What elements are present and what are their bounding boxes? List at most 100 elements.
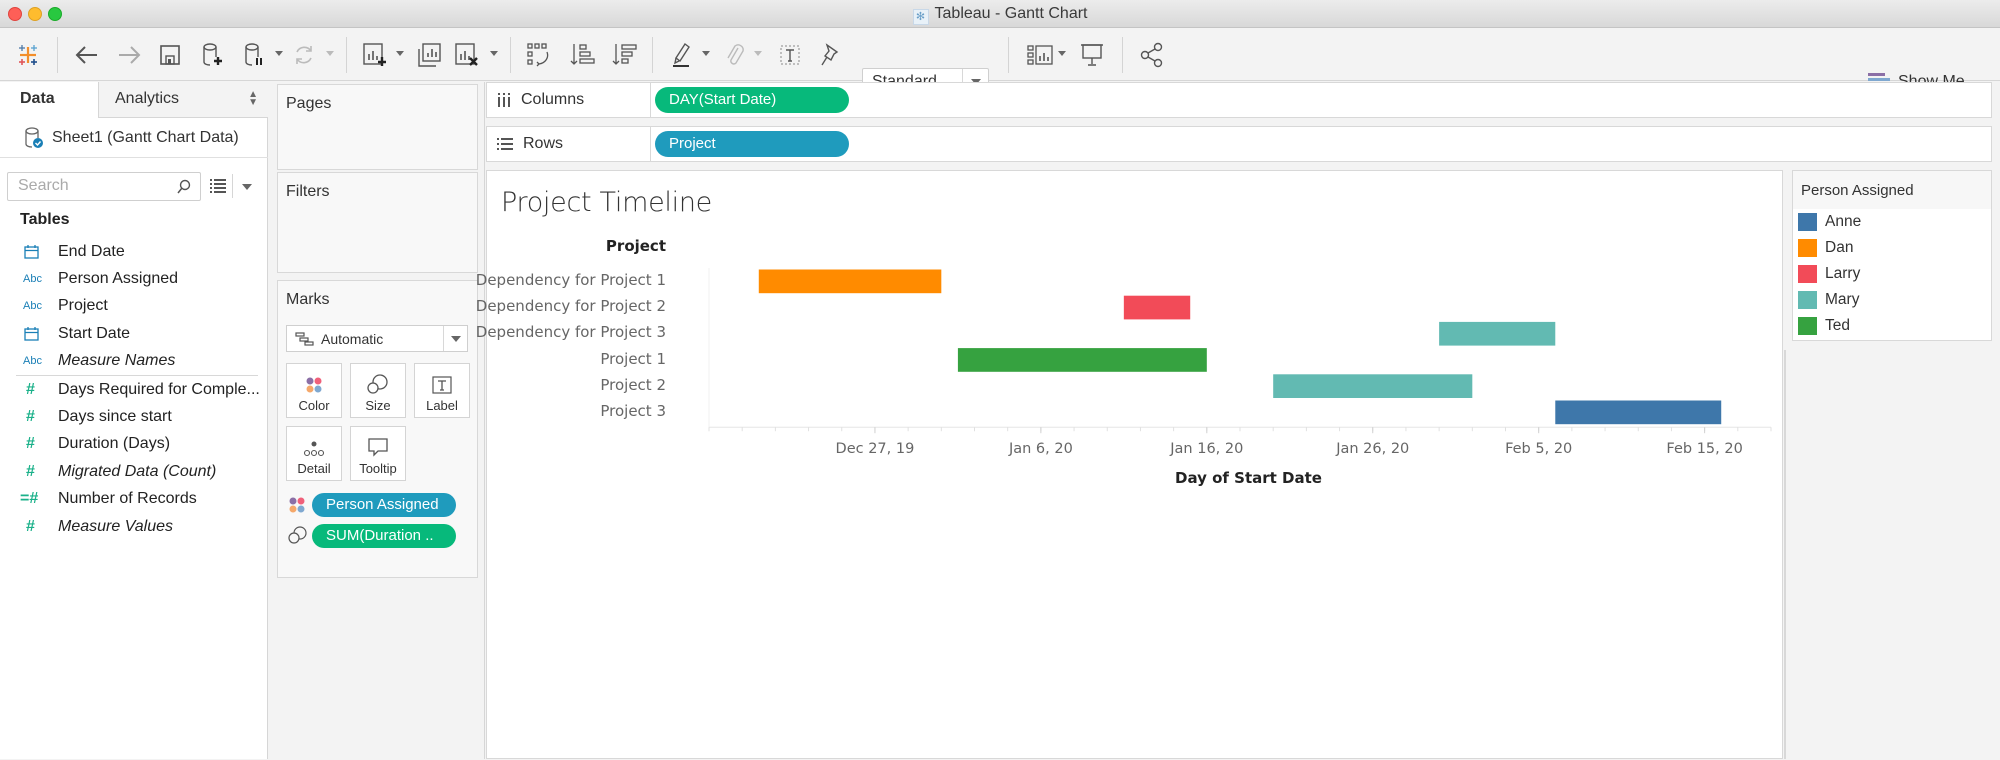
clear-sheet-dropdown[interactable]: [490, 51, 498, 56]
color-pill-person-assigned[interactable]: Person Assigned: [312, 493, 456, 517]
legend-item-mary[interactable]: Mary: [1793, 287, 1991, 313]
new-data-source-icon[interactable]: [198, 39, 226, 71]
x-tick-label: Dec 27, 19: [836, 441, 915, 457]
string-abc-icon: Abc: [23, 273, 42, 286]
field-measure-names[interactable]: Abc Measure Names: [0, 348, 268, 375]
legend-title: Person Assigned: [1793, 171, 1991, 209]
show-mark-labels-icon[interactable]: [776, 39, 804, 71]
pin-fix-axes-icon[interactable]: [816, 39, 844, 71]
field-project[interactable]: Abc Project: [0, 293, 268, 320]
color-icon: [306, 377, 322, 393]
tab-data[interactable]: Data: [0, 82, 98, 118]
field-end-date[interactable]: End Date: [0, 238, 268, 265]
highlight-dropdown[interactable]: [702, 51, 710, 56]
presentation-mode-icon[interactable]: [1078, 39, 1106, 71]
cards-column: Pages Filters Marks Automatic Color Size…: [269, 82, 485, 759]
show-cards-dropdown[interactable]: [1058, 51, 1066, 56]
label-icon: [432, 376, 452, 394]
tab-analytics-label: Analytics: [115, 90, 180, 107]
gantt-bar-dependency-for-project-1[interactable]: [758, 269, 942, 294]
legend-label: Dan: [1825, 239, 1854, 256]
pause-updates-dropdown[interactable]: [275, 51, 283, 56]
marks-tooltip-button[interactable]: Tooltip: [350, 426, 406, 481]
legend-item-ted[interactable]: Ted: [1793, 313, 1991, 339]
rows-pill-project[interactable]: Project: [655, 131, 849, 157]
list-view-icon[interactable]: [210, 179, 226, 193]
columns-shelf[interactable]: Columns DAY(Start Date): [486, 82, 1992, 118]
share-icon[interactable]: [1138, 39, 1166, 71]
clear-sheet-icon[interactable]: [452, 39, 482, 71]
marks-label-button[interactable]: Label: [414, 363, 470, 418]
datasource-item[interactable]: Sheet1 (Gantt Chart Data): [0, 118, 268, 158]
gantt-bar-project-2[interactable]: [1273, 374, 1473, 398]
legend-label: Anne: [1825, 213, 1862, 230]
refresh-dropdown[interactable]: [326, 51, 334, 56]
rows-icon: [497, 138, 513, 150]
field-person-assigned[interactable]: Abc Person Assigned: [0, 265, 268, 292]
marks-size-button[interactable]: Size: [350, 363, 406, 418]
gantt-bar-dependency-for-project-3[interactable]: [1439, 321, 1556, 346]
legend-item-dan[interactable]: Dan: [1793, 235, 1991, 261]
marks-card: Marks Automatic Color Size Label Detail …: [277, 280, 478, 578]
sort-ascending-icon[interactable]: [568, 39, 598, 71]
data-pane-tabs: Data Analytics ▲ ▼: [0, 82, 268, 118]
toolbar-divider: [57, 37, 58, 73]
rows-label-text: Rows: [523, 135, 564, 152]
number-hash-icon: #: [26, 435, 35, 453]
size-pill-sum-duration[interactable]: SUM(Duration ..: [312, 524, 456, 548]
legend-items: Anne Dan Larry Mary Ted: [1793, 209, 1991, 339]
worksheet-view: Project Timeline Project Dependency for …: [476, 170, 1783, 759]
swap-rows-columns-icon[interactable]: [524, 39, 554, 71]
show-cards-icon[interactable]: [1024, 39, 1056, 71]
marks-card-title: Marks: [286, 291, 330, 308]
search-icon[interactable]: [176, 179, 192, 195]
legend-item-anne[interactable]: Anne: [1793, 209, 1991, 235]
data-pane-menu-dropdown[interactable]: [242, 184, 252, 190]
pages-card-title: Pages: [286, 95, 332, 112]
field-days-since-start[interactable]: # Days since start: [0, 403, 268, 430]
string-abc-icon: Abc: [23, 300, 42, 313]
pause-auto-updates-icon[interactable]: [240, 39, 268, 71]
field-measure-values[interactable]: # Measure Values: [0, 513, 268, 540]
undo-icon[interactable]: [72, 39, 102, 71]
tab-analytics[interactable]: Analytics ▲ ▼: [98, 82, 268, 118]
redo-icon[interactable]: [114, 39, 144, 71]
legend-swatch: [1798, 291, 1817, 309]
field-migrated-data-count[interactable]: # Migrated Data (Count): [0, 458, 268, 485]
rows-shelf[interactable]: Rows Project: [486, 126, 1992, 162]
string-abc-icon: Abc: [23, 355, 42, 368]
divider: [232, 174, 233, 198]
columns-label-text: Columns: [521, 91, 585, 108]
duplicate-sheet-icon[interactable]: [414, 39, 444, 71]
marks-detail-label: Detail: [297, 461, 331, 476]
tableau-logo-icon[interactable]: [12, 39, 44, 71]
filters-card[interactable]: Filters: [277, 172, 478, 273]
gantt-bar-project-1[interactable]: [957, 348, 1207, 372]
x-tick-label: Feb 5, 20: [1505, 441, 1572, 457]
mark-type-select[interactable]: Automatic: [286, 325, 468, 352]
marks-detail-button[interactable]: Detail: [286, 426, 342, 481]
refresh-icon[interactable]: [290, 39, 318, 71]
save-icon[interactable]: [156, 39, 184, 71]
search-input[interactable]: [8, 173, 168, 199]
group-members-dropdown[interactable]: [754, 51, 762, 56]
sort-descending-icon[interactable]: [610, 39, 640, 71]
field-duration-days[interactable]: # Duration (Days): [0, 431, 268, 458]
mark-type-dropdown-icon[interactable]: [443, 326, 467, 351]
field-days-required[interactable]: # Days Required for Comple...: [0, 376, 268, 403]
new-worksheet-icon[interactable]: [360, 39, 390, 71]
field-start-date[interactable]: Start Date: [0, 320, 268, 347]
columns-pill-day-start-date[interactable]: DAY(Start Date): [655, 87, 849, 113]
gantt-bar-project-3[interactable]: [1555, 400, 1722, 425]
gantt-bar-dependency-for-project-2[interactable]: [1123, 295, 1191, 320]
group-members-icon[interactable]: [720, 39, 748, 71]
search-field[interactable]: [7, 172, 201, 201]
marks-color-button[interactable]: Color: [286, 363, 342, 418]
legend-item-larry[interactable]: Larry: [1793, 261, 1991, 287]
field-number-of-records[interactable]: =# Number of Records: [0, 486, 268, 513]
toolbar: Standard Show Me: [0, 29, 2000, 96]
pages-card[interactable]: Pages: [277, 84, 478, 170]
new-worksheet-dropdown[interactable]: [396, 51, 404, 56]
highlight-icon[interactable]: [668, 39, 696, 71]
size-icon: [367, 374, 388, 394]
